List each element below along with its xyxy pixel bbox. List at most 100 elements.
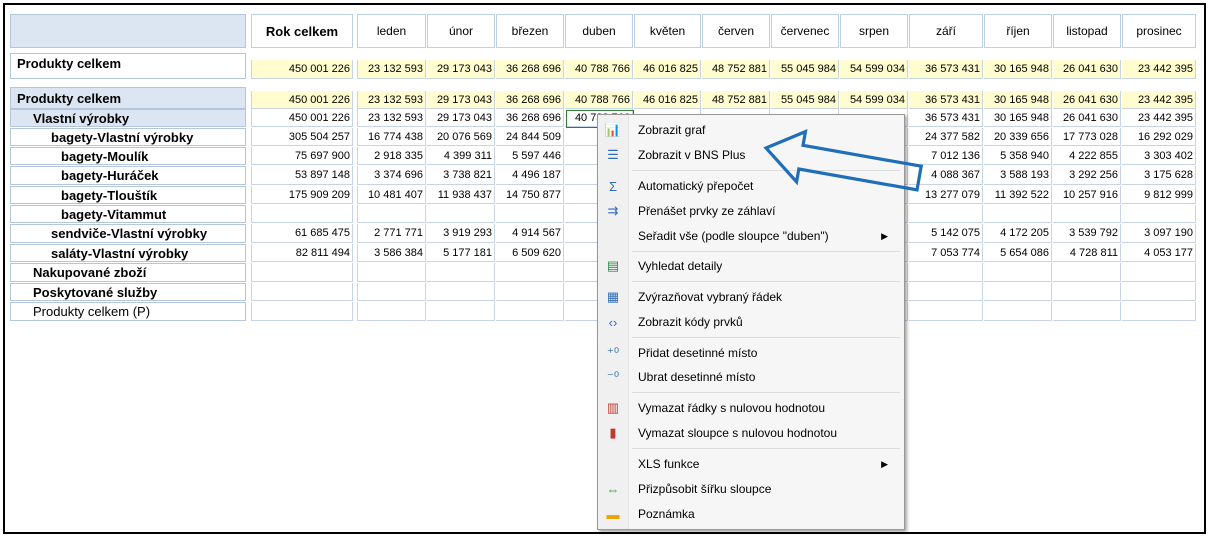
header-month-6[interactable]: červenec xyxy=(771,14,839,48)
value-cell[interactable]: 4 399 311 xyxy=(427,147,495,165)
menu-item-7[interactable]: ‹› Zobrazit kódy prvků xyxy=(600,311,902,333)
value-cell[interactable]: 2 918 335 xyxy=(357,147,426,165)
header-month-9[interactable]: říjen xyxy=(984,14,1052,48)
value-cell[interactable] xyxy=(1122,263,1196,282)
value-cell[interactable]: 14 750 877 xyxy=(496,186,564,204)
value-cell[interactable] xyxy=(251,263,353,282)
value-cell[interactable]: 450 001 226 xyxy=(251,60,353,79)
header-month-10[interactable]: listopad xyxy=(1053,14,1121,48)
menu-item-6[interactable]: ▦ Zvýrazňovat vybraný řádek xyxy=(600,286,902,308)
row-label[interactable]: Vlastní výrobky xyxy=(10,109,246,127)
value-cell[interactable]: 26 041 630 xyxy=(1053,91,1121,109)
value-cell[interactable]: 48 752 881 xyxy=(702,60,770,79)
header-month-0[interactable]: leden xyxy=(357,14,426,48)
row-label[interactable]: bagety-Vlastní výrobky xyxy=(10,128,246,146)
value-cell[interactable]: 11 392 522 xyxy=(984,186,1052,204)
value-cell[interactable] xyxy=(427,302,495,321)
value-cell[interactable] xyxy=(1122,205,1196,223)
value-cell[interactable]: 46 016 825 xyxy=(634,60,701,79)
value-cell[interactable]: 46 016 825 xyxy=(634,91,701,109)
value-cell[interactable] xyxy=(357,302,426,321)
value-cell[interactable]: 2 771 771 xyxy=(357,224,426,243)
row-label[interactable]: sendviče-Vlastní výrobky xyxy=(10,224,246,243)
value-cell[interactable]: 11 938 437 xyxy=(427,186,495,204)
value-cell[interactable]: 3 738 821 xyxy=(427,166,495,185)
value-cell[interactable] xyxy=(357,263,426,282)
value-cell[interactable]: 9 812 999 xyxy=(1122,186,1196,204)
value-cell[interactable] xyxy=(427,263,495,282)
value-cell[interactable]: 17 773 028 xyxy=(1053,128,1121,146)
header-month-5[interactable]: červen xyxy=(702,14,770,48)
value-cell[interactable]: 3 303 402 xyxy=(1122,147,1196,165)
row-label[interactable]: bagety-Vitammut xyxy=(10,205,246,223)
header-month-2[interactable]: březen xyxy=(496,14,564,48)
value-cell[interactable] xyxy=(427,205,495,223)
value-cell[interactable]: 4 172 205 xyxy=(984,224,1052,243)
value-cell[interactable]: 30 165 948 xyxy=(984,60,1052,79)
value-cell[interactable]: 3 097 190 xyxy=(1122,224,1196,243)
header-month-11[interactable]: prosinec xyxy=(1122,14,1196,48)
header-month-7[interactable]: srpen xyxy=(840,14,908,48)
value-cell[interactable]: 36 268 696 xyxy=(496,60,564,79)
value-cell[interactable] xyxy=(251,302,353,321)
value-cell[interactable]: 40 788 766 xyxy=(565,91,633,109)
value-cell[interactable] xyxy=(357,283,426,301)
value-cell[interactable]: 53 897 148 xyxy=(251,166,353,185)
value-cell[interactable]: 10 257 916 xyxy=(1053,186,1121,204)
value-cell[interactable]: 36 268 696 xyxy=(496,91,564,109)
value-cell[interactable] xyxy=(496,283,564,301)
value-cell[interactable]: 3 586 384 xyxy=(357,244,426,262)
menu-item-4[interactable]: Seřadit vše (podle sloupce "duben") ▶ xyxy=(600,225,902,247)
menu-item-10[interactable]: ▥ Vymazat řádky s nulovou hodnotou xyxy=(600,397,902,419)
value-cell[interactable] xyxy=(984,263,1052,282)
menu-item-13[interactable]: ⇔ Přizpůsobit šířku sloupce xyxy=(600,478,902,500)
value-cell[interactable] xyxy=(1053,205,1121,223)
value-cell[interactable]: 30 165 948 xyxy=(984,109,1052,127)
header-month-4[interactable]: květen xyxy=(634,14,701,48)
row-label[interactable]: bagety-Moulík xyxy=(10,147,246,165)
value-cell[interactable]: 23 442 395 xyxy=(1122,60,1196,79)
value-cell[interactable]: 16 774 438 xyxy=(357,128,426,146)
value-cell[interactable] xyxy=(357,205,426,223)
value-cell[interactable]: 75 697 900 xyxy=(251,147,353,165)
value-cell[interactable] xyxy=(1053,283,1121,301)
value-cell[interactable]: 3 374 696 xyxy=(357,166,426,185)
value-cell[interactable]: 5 177 181 xyxy=(427,244,495,262)
menu-item-12[interactable]: XLS funkce ▶ xyxy=(600,453,902,475)
value-cell[interactable]: 4 222 855 xyxy=(1053,147,1121,165)
value-cell[interactable]: 10 481 407 xyxy=(357,186,426,204)
value-cell[interactable] xyxy=(984,205,1052,223)
value-cell[interactable]: 450 001 226 xyxy=(251,109,353,127)
value-cell[interactable]: 16 292 029 xyxy=(1122,128,1196,146)
value-cell[interactable]: 5 358 940 xyxy=(984,147,1052,165)
menu-item-11[interactable]: ▮ Vymazat sloupce s nulovou hodnotou xyxy=(600,422,902,444)
row-label[interactable]: Nakupované zboží xyxy=(10,263,246,282)
value-cell[interactable]: 29 173 043 xyxy=(427,91,495,109)
value-cell[interactable] xyxy=(1122,302,1196,321)
value-cell[interactable]: 23 132 593 xyxy=(357,91,426,109)
header-rok-celkem[interactable]: Rok celkem xyxy=(251,14,353,48)
value-cell[interactable]: 3 539 792 xyxy=(1053,224,1121,243)
value-cell[interactable]: 61 685 475 xyxy=(251,224,353,243)
value-cell[interactable] xyxy=(909,263,983,282)
value-cell[interactable]: 23 442 395 xyxy=(1122,91,1196,109)
value-cell[interactable]: 4 053 177 xyxy=(1122,244,1196,262)
value-cell[interactable]: 30 165 948 xyxy=(984,91,1052,109)
value-cell[interactable]: 20 339 656 xyxy=(984,128,1052,146)
menu-item-9[interactable]: ⁻⁰ Ubrat desetinné místo xyxy=(600,366,902,388)
value-cell[interactable]: 36 573 431 xyxy=(909,60,983,79)
value-cell[interactable]: 3 588 193 xyxy=(984,166,1052,185)
row-label[interactable]: Poskytované služby xyxy=(10,283,246,301)
value-cell[interactable] xyxy=(496,302,564,321)
value-cell[interactable]: 5 654 086 xyxy=(984,244,1052,262)
value-cell[interactable] xyxy=(909,283,983,301)
value-cell[interactable] xyxy=(496,263,564,282)
value-cell[interactable]: 26 041 630 xyxy=(1053,109,1121,127)
value-cell[interactable]: 305 504 257 xyxy=(251,128,353,146)
value-cell[interactable]: 3 175 628 xyxy=(1122,166,1196,185)
menu-item-14[interactable]: ▬ Poznámka xyxy=(600,503,902,525)
value-cell[interactable] xyxy=(251,283,353,301)
header-month-3[interactable]: duben xyxy=(565,14,633,48)
value-cell[interactable] xyxy=(427,283,495,301)
value-cell[interactable]: 29 173 043 xyxy=(427,109,495,127)
